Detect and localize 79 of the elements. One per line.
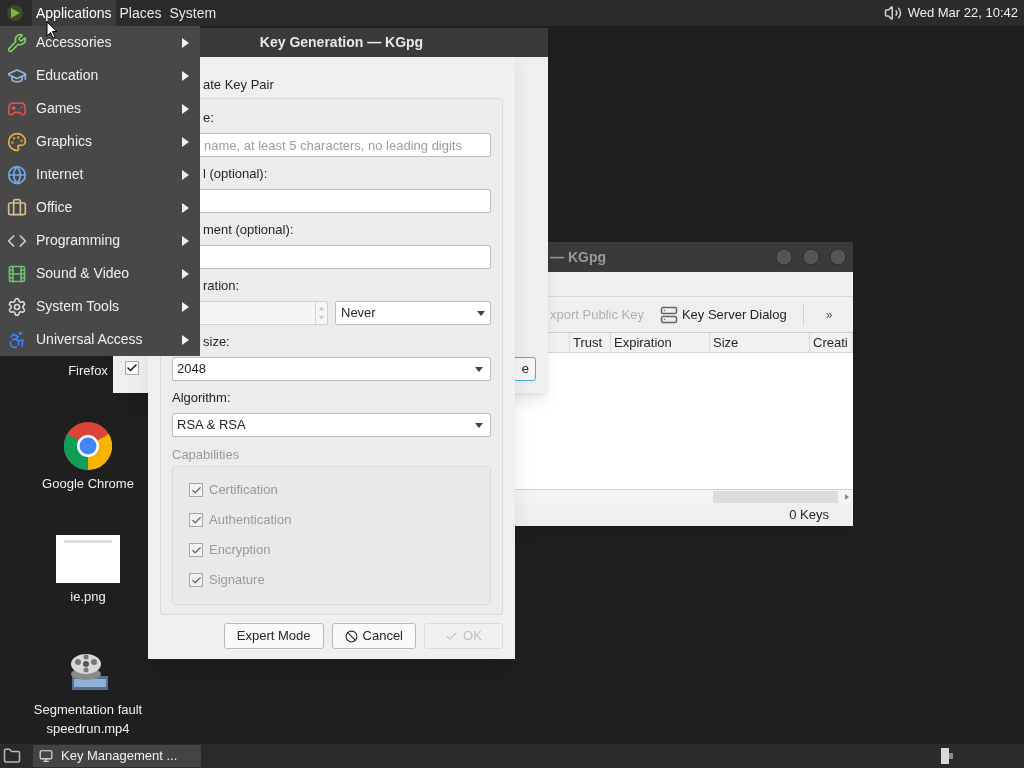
submenu-arrow-icon	[182, 70, 189, 81]
submenu-arrow-icon	[182, 103, 189, 114]
workspace-switcher-icon[interactable]	[940, 747, 954, 765]
status-text: 0 Keys	[789, 505, 829, 524]
dropdown-arrow-icon	[475, 366, 483, 372]
dialog-button[interactable]: Expert Mode	[223, 623, 324, 649]
group-title: ate Key Pair	[202, 76, 275, 94]
category-icon	[7, 164, 27, 185]
category-icon	[7, 197, 27, 218]
dialog-button[interactable]: Cancel	[331, 623, 416, 649]
window-title: — KGpg	[549, 247, 606, 267]
server-icon	[659, 305, 678, 324]
column-header[interactable]: Creati	[810, 333, 853, 352]
group-title: Capabilities	[172, 446, 240, 464]
menu-item[interactable]: Office	[0, 191, 200, 224]
field-label: e:	[203, 109, 214, 127]
submenu-arrow-icon	[182, 136, 189, 147]
dropdown[interactable]: RSA & RSA	[172, 413, 491, 437]
submenu-arrow-icon	[182, 37, 189, 48]
submenu-arrow-icon	[182, 235, 189, 246]
folder-icon[interactable]	[3, 747, 21, 765]
submenu-arrow-icon	[182, 301, 189, 312]
column-header[interactable]: Trust	[570, 333, 611, 352]
checkbox-label: Authentication	[209, 511, 292, 530]
check-icon	[190, 514, 202, 526]
app-menu-logo-icon[interactable]	[6, 4, 24, 22]
field-label: ment (optional):	[203, 221, 294, 239]
task-button[interactable]: Key Management ...	[33, 745, 201, 767]
check-icon	[190, 574, 202, 586]
submenu-arrow-icon	[182, 334, 189, 345]
volume-icon[interactable]	[883, 4, 902, 22]
submenu-arrow-icon	[182, 268, 189, 279]
clock[interactable]: Wed Mar 22, 10:42	[907, 3, 1018, 23]
dropdown-arrow-icon	[477, 310, 485, 316]
check-icon	[190, 544, 202, 556]
menu-item[interactable]: Games	[0, 92, 200, 125]
checkbox-label: Certification	[209, 481, 278, 500]
desktop-icon-label[interactable]: Segmentation fault speedrun.mp4	[23, 700, 153, 738]
toolbar-button[interactable]: Key Server Dialog	[659, 304, 787, 325]
column-header[interactable]: Size	[710, 333, 810, 352]
checkbox-label: Encryption	[209, 541, 271, 560]
checkbox-label: Signature	[209, 571, 265, 590]
panel-menu[interactable]: Places	[115, 0, 166, 26]
menu-item[interactable]: Universal Access	[0, 323, 200, 356]
category-icon	[7, 296, 27, 317]
panel-menu[interactable]: Applications	[32, 0, 116, 26]
window-icon	[39, 749, 53, 763]
submenu-arrow-icon	[182, 202, 189, 213]
dropdown[interactable]: 2048	[172, 357, 491, 381]
column-header[interactable]: Expiration	[611, 333, 710, 352]
menu-item[interactable]: Education	[0, 59, 200, 92]
category-icon	[7, 32, 27, 53]
category-icon	[7, 263, 27, 284]
field-label: Algorithm:	[172, 389, 231, 407]
cancel-icon	[344, 629, 358, 643]
scroll-right-icon[interactable]	[843, 492, 851, 501]
window-title: Key Generation — KGpg	[259, 33, 424, 52]
chrome-icon	[64, 422, 112, 470]
menu-item[interactable]: Programming	[0, 224, 200, 257]
menu-item[interactable]: Accessories	[0, 26, 200, 59]
toolbar-overflow[interactable]: »	[825, 305, 833, 324]
category-icon	[7, 131, 27, 152]
field-label: l (optional):	[203, 165, 268, 183]
field-label: ration:	[203, 277, 240, 295]
menu-item[interactable]: System Tools	[0, 290, 200, 323]
category-icon	[7, 329, 27, 350]
dropdown-arrow-icon	[475, 422, 483, 428]
check-icon	[190, 484, 202, 496]
menu-item[interactable]: Sound & Video	[0, 257, 200, 290]
spin-arrows-icon	[315, 302, 327, 324]
scrollbar-thumb[interactable]	[713, 490, 838, 503]
checkbox[interactable]	[125, 361, 139, 375]
horizontal-scrollbar[interactable]	[515, 489, 853, 503]
menu-item[interactable]: Internet	[0, 158, 200, 191]
submenu-arrow-icon	[182, 169, 189, 180]
check-icon	[126, 362, 138, 374]
dropdown[interactable]: Never	[335, 301, 491, 325]
panel-menu[interactable]: System	[165, 0, 221, 26]
field-label: size:	[203, 333, 230, 351]
